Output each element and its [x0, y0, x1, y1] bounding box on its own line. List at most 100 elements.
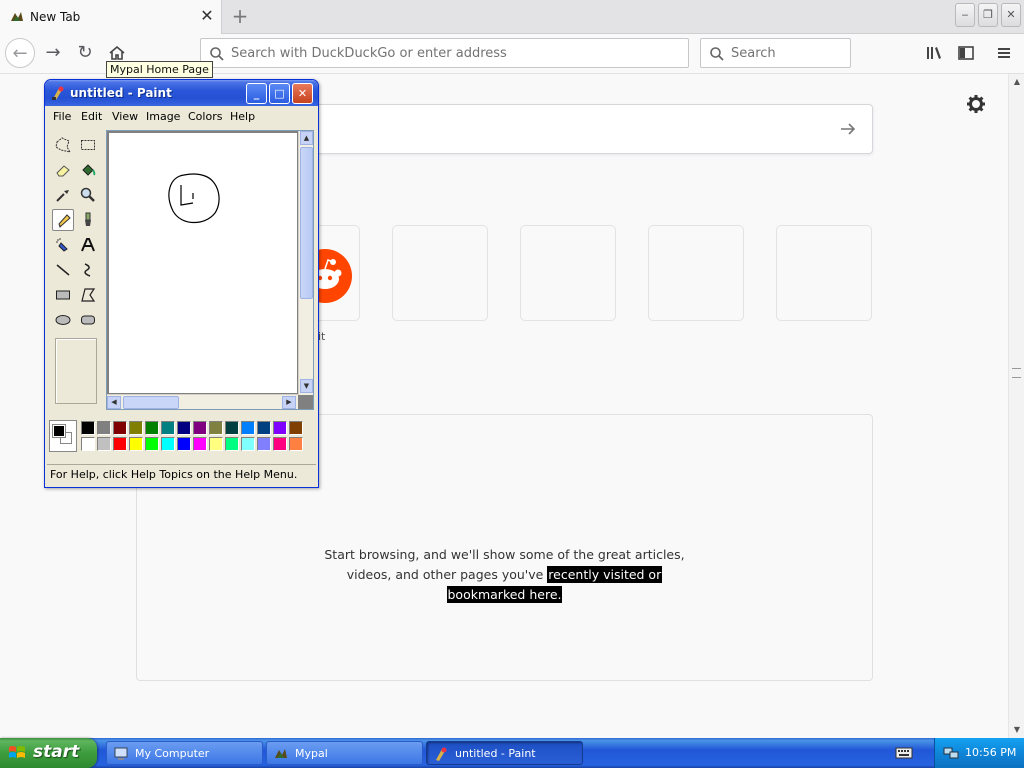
back-button[interactable]: ← — [5, 38, 35, 68]
palette-swatch[interactable] — [161, 421, 175, 435]
reload-button[interactable]: ↻ — [70, 38, 100, 68]
palette-swatch[interactable] — [209, 421, 223, 435]
address-bar[interactable] — [200, 38, 689, 68]
tool-options-box[interactable] — [55, 338, 97, 404]
palette-swatch[interactable] — [193, 421, 207, 435]
sidebar-icon[interactable] — [956, 43, 976, 63]
palette-swatch[interactable] — [81, 437, 95, 451]
tool-rectangle[interactable] — [52, 284, 74, 306]
tool-airbrush[interactable] — [52, 234, 74, 256]
tab-close-button[interactable]: ✕ — [198, 7, 216, 25]
palette-swatch[interactable] — [113, 437, 127, 451]
tool-eraser[interactable] — [52, 159, 74, 181]
palette-swatch[interactable] — [241, 437, 255, 451]
gear-icon[interactable] — [966, 94, 986, 114]
menu-help[interactable]: Help — [230, 110, 255, 123]
menu-file[interactable]: File — [53, 110, 71, 123]
palette-swatch[interactable] — [97, 421, 111, 435]
tool-pencil[interactable] — [52, 209, 74, 231]
palette-swatch[interactable] — [273, 421, 287, 435]
canvas-vertical-scrollbar[interactable]: ▲ ▼ — [298, 131, 313, 395]
tool-pick-color[interactable] — [52, 184, 74, 206]
palette-swatch[interactable] — [273, 437, 287, 451]
palette-swatch[interactable] — [193, 437, 207, 451]
current-colors[interactable] — [49, 420, 77, 452]
taskbar-item-mypal[interactable]: Mypal — [266, 741, 423, 765]
palette-swatch[interactable] — [209, 437, 223, 451]
palette-swatch[interactable] — [289, 437, 303, 451]
canvas-hscroll-thumb[interactable] — [123, 396, 179, 409]
paint-canvas[interactable] — [109, 133, 297, 393]
address-input[interactable] — [231, 43, 671, 63]
highlights-empty-message: Start browsing, and we'll show some of t… — [137, 545, 872, 605]
scroll-down-button[interactable]: ▼ — [1010, 722, 1024, 738]
tool-select[interactable] — [77, 134, 99, 156]
canvas-horizontal-scrollbar[interactable]: ◀ ▶ — [107, 394, 298, 409]
palette-swatch[interactable] — [241, 421, 255, 435]
new-tab-button[interactable]: + — [228, 5, 252, 29]
keyboard-icon[interactable] — [895, 746, 913, 760]
tool-rounded-rectangle[interactable] — [77, 309, 99, 331]
tool-polygon[interactable] — [77, 284, 99, 306]
palette-swatch[interactable] — [97, 437, 111, 451]
tab-new-tab[interactable]: New Tab ✕ — [0, 0, 222, 34]
top-site-tile-empty[interactable] — [776, 225, 872, 321]
palette-swatch[interactable] — [129, 421, 143, 435]
search-bar[interactable] — [700, 38, 851, 68]
arrow-right-icon[interactable] — [838, 119, 858, 139]
taskbar-item-label: untitled - Paint — [455, 747, 536, 760]
menu-view[interactable]: View — [112, 110, 138, 123]
menu-edit[interactable]: Edit — [81, 110, 102, 123]
library-icon[interactable] — [924, 43, 944, 63]
tool-magnifier[interactable] — [77, 184, 99, 206]
palette-swatch[interactable] — [113, 421, 127, 435]
taskbar-item-paint[interactable]: untitled - Paint — [426, 741, 583, 765]
menu-image[interactable]: Image — [146, 110, 180, 123]
paint-minimize-button[interactable]: _ — [246, 83, 267, 104]
top-site-tile-empty[interactable] — [648, 225, 744, 321]
paint-maximize-button[interactable]: □ — [269, 83, 290, 104]
tool-free-form-select[interactable] — [52, 134, 74, 156]
page-scrollbar[interactable]: ▲ ▼ — [1008, 74, 1024, 738]
palette-swatch[interactable] — [257, 437, 271, 451]
start-button[interactable]: start — [0, 738, 97, 768]
palette-swatch[interactable] — [81, 421, 95, 435]
forward-button[interactable]: → — [38, 38, 68, 68]
palette-swatch[interactable] — [177, 437, 191, 451]
tool-curve[interactable] — [77, 259, 99, 281]
paint-title-bar[interactable]: untitled - Paint _ □ ✕ — [45, 80, 318, 106]
palette-swatch[interactable] — [289, 421, 303, 435]
window-minimize-button[interactable]: ‒ — [955, 3, 975, 27]
menu-colors[interactable]: Colors — [188, 110, 222, 123]
menu-icon[interactable] — [994, 43, 1014, 63]
canvas-scroll-right-button[interactable]: ▶ — [282, 396, 296, 409]
palette-swatch[interactable] — [225, 421, 239, 435]
window-close-button[interactable]: ✕ — [1001, 3, 1021, 27]
network-icon[interactable] — [943, 745, 959, 761]
scrollbar-grip[interactable] — [1012, 368, 1021, 378]
top-site-tile-empty[interactable] — [520, 225, 616, 321]
palette-swatch[interactable] — [257, 421, 271, 435]
palette-swatch[interactable] — [145, 437, 159, 451]
palette-swatch[interactable] — [145, 421, 159, 435]
paint-close-button[interactable]: ✕ — [292, 83, 313, 104]
palette-swatch[interactable] — [225, 437, 239, 451]
canvas-vscroll-thumb[interactable] — [300, 147, 313, 299]
canvas-scroll-left-button[interactable]: ◀ — [107, 396, 121, 409]
rectangle-icon — [56, 290, 70, 300]
search-input[interactable] — [731, 43, 841, 63]
tool-ellipse[interactable] — [52, 309, 74, 331]
palette-swatch[interactable] — [177, 421, 191, 435]
canvas-scroll-down-button[interactable]: ▼ — [300, 379, 313, 393]
scroll-up-button[interactable]: ▲ — [1010, 74, 1024, 90]
tool-fill[interactable] — [77, 159, 99, 181]
tool-line[interactable] — [52, 259, 74, 281]
palette-swatch[interactable] — [129, 437, 143, 451]
top-site-tile-empty[interactable] — [392, 225, 488, 321]
tool-text[interactable] — [77, 234, 99, 256]
palette-swatch[interactable] — [161, 437, 175, 451]
taskbar-item-my-computer[interactable]: My Computer — [106, 741, 263, 765]
window-restore-button[interactable]: ❐ — [978, 3, 998, 27]
canvas-scroll-up-button[interactable]: ▲ — [300, 131, 313, 145]
tool-brush[interactable] — [77, 209, 99, 231]
